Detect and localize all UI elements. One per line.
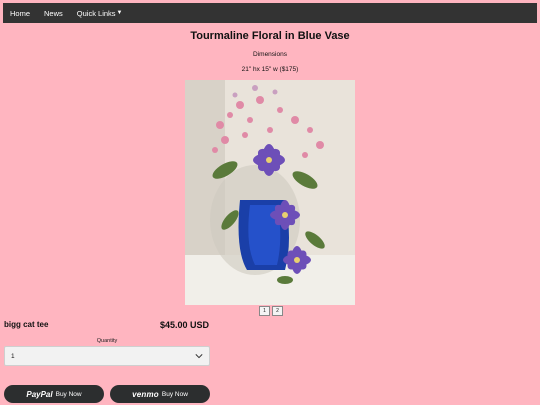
caret-down-icon: ▼	[116, 10, 123, 16]
venmo-button-label: Buy Now	[161, 390, 188, 398]
flower-arrangement-photo	[185, 80, 355, 305]
venmo-logo: venmo	[132, 389, 159, 399]
nav-home-link[interactable]: Home	[3, 3, 37, 23]
paypal-button-label: Buy Now	[55, 390, 82, 398]
product-name: bigg cat tee	[4, 320, 49, 329]
quantity-value: 1	[11, 352, 15, 360]
page-button-1[interactable]: 1	[259, 306, 270, 316]
dimensions-label: Dimensions	[253, 51, 287, 58]
nav-home-label: Home	[10, 8, 31, 18]
quantity-label: Quantity	[96, 338, 118, 344]
nav-news-link[interactable]: News	[37, 3, 70, 23]
nav-news-label: News	[44, 8, 63, 18]
venmo-buy-now-button[interactable]: venmo Buy Now	[110, 385, 210, 403]
image-pager: 1 2	[259, 306, 283, 316]
nav-quick-links-label: Quick Links	[76, 8, 116, 18]
paypal-logo: PayPal	[26, 389, 53, 399]
product-image[interactable]	[185, 80, 355, 305]
page-button-2[interactable]: 2	[272, 306, 283, 316]
dimensions-value: 21" hx 15" w ($175)	[241, 66, 299, 73]
quantity-select[interactable]: 1	[4, 346, 210, 366]
product-title: Tourmaline Floral in Blue Vase	[190, 30, 350, 42]
paypal-buy-now-button[interactable]: PayPal Buy Now	[4, 385, 104, 403]
top-navbar: Home News Quick Links ▼	[3, 3, 537, 23]
chevron-down-icon	[195, 354, 203, 359]
product-price: $45.00 USD	[160, 320, 210, 330]
nav-quick-links-dropdown[interactable]: Quick Links ▼	[70, 3, 130, 23]
